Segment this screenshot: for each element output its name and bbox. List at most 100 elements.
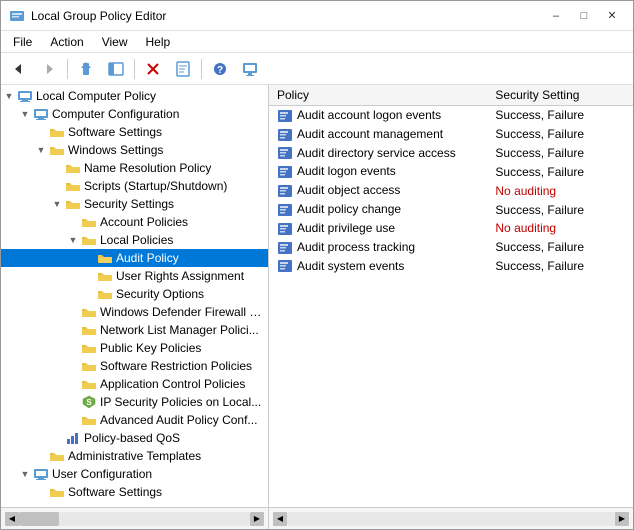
tree-item-pbqos[interactable]: ▶ Policy-based QoS <box>1 429 268 447</box>
tree-item-ws[interactable]: ▼ Windows Settings <box>1 141 268 159</box>
policy-icon <box>277 203 293 217</box>
label-acp: Application Control Policies <box>100 377 245 391</box>
expand-locpol[interactable]: ▼ <box>65 232 81 248</box>
icon-accpol <box>81 214 97 230</box>
tree-item-pubkey[interactable]: ▶ Public Key Policies <box>1 339 268 357</box>
scroll-right-track[interactable] <box>287 512 615 526</box>
tree-item-ipsec[interactable]: ▶ S IP Security Policies on Local... <box>1 393 268 411</box>
col-header-policy[interactable]: Policy <box>269 85 487 106</box>
policy-icon <box>277 109 293 123</box>
security-setting: Success, Failure <box>487 144 633 163</box>
security-setting: No auditing <box>487 181 633 200</box>
security-setting: Success, Failure <box>487 106 633 125</box>
security-setting: No auditing <box>487 219 633 238</box>
forward-button[interactable] <box>35 56 63 82</box>
menu-help[interactable]: Help <box>138 33 179 51</box>
expand-uc[interactable]: ▼ <box>17 466 33 482</box>
scroll-left-track[interactable] <box>19 512 250 526</box>
icon-uc <box>33 466 49 482</box>
tree-item-secopt[interactable]: ▶ Security Options <box>1 285 268 303</box>
table-row[interactable]: Audit object access No auditing <box>269 181 633 200</box>
table-row[interactable]: Audit process tracking Success, Failure <box>269 238 633 257</box>
title-controls: – □ ✕ <box>543 6 625 26</box>
up-button[interactable] <box>72 56 100 82</box>
scroll-left-arrow[interactable]: ◀ <box>5 512 19 526</box>
table-row[interactable]: Audit logon events Success, Failure <box>269 162 633 181</box>
tree-item-auditpol[interactable]: ▶ Audit Policy <box>1 249 268 267</box>
main-area: ▼ Local Computer Policy ▼ Computer Confi… <box>1 85 633 507</box>
label-locpol: Local Policies <box>100 233 173 247</box>
icon-ipsec: S <box>81 394 97 410</box>
tree-item-ss_soft[interactable]: ▶ Software Settings <box>1 123 268 141</box>
tree-item-admtpl[interactable]: ▶ Administrative Templates <box>1 447 268 465</box>
tree-item-scripts[interactable]: ▶ Scripts (Startup/Shutdown) <box>1 177 268 195</box>
table-row[interactable]: Audit account management Success, Failur… <box>269 125 633 144</box>
table-row[interactable]: Audit directory service access Success, … <box>269 144 633 163</box>
label-nrp: Name Resolution Policy <box>84 161 211 175</box>
tree-item-aap[interactable]: ▶ Advanced Audit Policy Conf... <box>1 411 268 429</box>
monitor-icon <box>242 61 258 77</box>
tree-item-ura[interactable]: ▶ User Rights Assignment <box>1 267 268 285</box>
expand-lcp[interactable]: ▼ <box>1 88 17 104</box>
tree-item-acp[interactable]: ▶ Application Control Policies <box>1 375 268 393</box>
tree-item-locpol[interactable]: ▼ Local Policies <box>1 231 268 249</box>
menu-view[interactable]: View <box>94 33 136 51</box>
icon-ss_soft <box>49 124 65 140</box>
icon-aap <box>81 412 97 428</box>
policy-name: Audit account logon events <box>269 106 487 125</box>
expand-ws[interactable]: ▼ <box>33 142 49 158</box>
scroll-right-left-arrow[interactable]: ◀ <box>273 512 287 526</box>
toolbar-sep-2 <box>134 59 135 79</box>
table-row[interactable]: Audit system events Success, Failure <box>269 257 633 276</box>
icon-nlm <box>81 322 97 338</box>
menu-file[interactable]: File <box>5 33 40 51</box>
security-setting: Success, Failure <box>487 125 633 144</box>
scroll-right-arrow[interactable]: ▶ <box>250 512 264 526</box>
icon-pubkey <box>81 340 97 356</box>
tree-item-nlm[interactable]: ▶ Network List Manager Polici... <box>1 321 268 339</box>
tree-item-secsett[interactable]: ▼ Security Settings <box>1 195 268 213</box>
help-icon: ? <box>212 61 228 77</box>
toolbar: ? <box>1 53 633 85</box>
properties-button[interactable] <box>169 56 197 82</box>
up-icon <box>78 61 94 77</box>
label-secsett: Security Settings <box>84 197 174 211</box>
scroll-right-right-arrow[interactable]: ▶ <box>615 512 629 526</box>
table-row[interactable]: Audit account logon events Success, Fail… <box>269 106 633 125</box>
col-header-setting[interactable]: Security Setting <box>487 85 633 106</box>
title-bar-left: Local Group Policy Editor <box>9 8 166 24</box>
label-cc: Computer Configuration <box>52 107 179 121</box>
tree-item-wdf[interactable]: ▶ Windows Defender Firewall w... <box>1 303 268 321</box>
monitor-button[interactable] <box>236 56 264 82</box>
policy-icon <box>277 165 293 179</box>
policy-name: Audit system events <box>269 257 487 276</box>
show-hide-button[interactable] <box>102 56 130 82</box>
maximize-button[interactable]: □ <box>571 6 597 26</box>
minimize-button[interactable]: – <box>543 6 569 26</box>
table-row[interactable]: Audit policy change Success, Failure <box>269 200 633 219</box>
policy-name: Audit account management <box>269 125 487 144</box>
label-uc: User Configuration <box>52 467 152 481</box>
delete-button[interactable] <box>139 56 167 82</box>
tree-item-nrp[interactable]: ▶ Name Resolution Policy <box>1 159 268 177</box>
tree-item-lcp[interactable]: ▼ Local Computer Policy <box>1 87 268 105</box>
label-lcp: Local Computer Policy <box>36 89 156 103</box>
tree-item-uc[interactable]: ▼ User Configuration <box>1 465 268 483</box>
menu-action[interactable]: Action <box>42 33 91 51</box>
icon-ura <box>97 268 113 284</box>
label-ss_soft: Software Settings <box>68 125 162 139</box>
close-button[interactable]: ✕ <box>599 6 625 26</box>
tree-item-uc_soft[interactable]: ▶ Software Settings <box>1 483 268 501</box>
icon-secsett <box>65 196 81 212</box>
expand-cc[interactable]: ▼ <box>17 106 33 122</box>
table-row[interactable]: Audit privilege use No auditing <box>269 219 633 238</box>
help-button[interactable]: ? <box>206 56 234 82</box>
properties-icon <box>175 61 191 77</box>
tree-item-accpol[interactable]: ▶ Account Policies <box>1 213 268 231</box>
tree-item-cc[interactable]: ▼ Computer Configuration <box>1 105 268 123</box>
back-button[interactable] <box>5 56 33 82</box>
label-wdf: Windows Defender Firewall w... <box>100 305 264 319</box>
tree-item-srp[interactable]: ▶ Software Restriction Policies <box>1 357 268 375</box>
expand-secsett[interactable]: ▼ <box>49 196 65 212</box>
icon-wdf <box>81 304 97 320</box>
